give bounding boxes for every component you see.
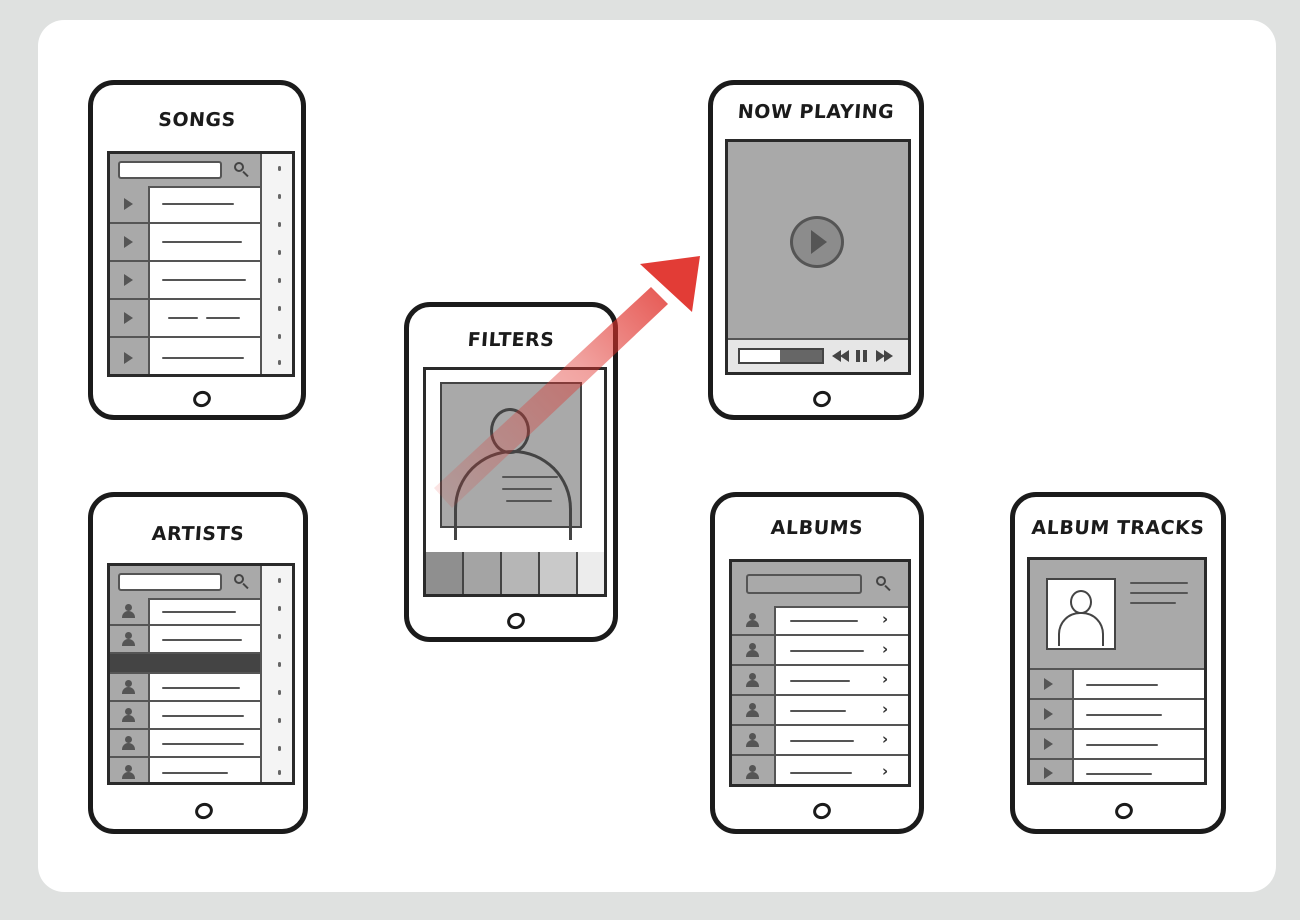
play-icon: [811, 230, 827, 254]
photo-preview[interactable]: [440, 382, 582, 540]
search-input[interactable]: [118, 573, 222, 591]
list-item[interactable]: [1030, 700, 1204, 730]
songs-screen: [107, 151, 295, 377]
list-item[interactable]: ›: [732, 726, 908, 756]
filter-swatch[interactable]: [540, 552, 578, 594]
section-header: [110, 654, 260, 674]
list-item[interactable]: [110, 626, 260, 654]
chevron-right-icon[interactable]: ›: [882, 700, 888, 718]
list-item[interactable]: [1030, 730, 1204, 760]
home-button-icon[interactable]: [810, 800, 834, 822]
filter-strip: [426, 552, 604, 594]
phone-album-tracks: ALBUM TRACKS: [1010, 492, 1226, 834]
progress-bar[interactable]: [738, 348, 824, 364]
filter-swatch[interactable]: [426, 552, 464, 594]
list-item[interactable]: [110, 598, 260, 626]
search-icon[interactable]: [234, 162, 244, 172]
list-item[interactable]: ›: [732, 606, 908, 636]
search-bar: [110, 154, 260, 188]
list-item[interactable]: ›: [732, 636, 908, 666]
play-icon[interactable]: [124, 312, 133, 324]
chevron-right-icon[interactable]: ›: [882, 730, 888, 748]
list-item[interactable]: [110, 300, 260, 338]
search-icon[interactable]: [234, 574, 244, 584]
search-input[interactable]: [746, 574, 862, 594]
list-item[interactable]: [110, 224, 260, 262]
list-item[interactable]: [110, 730, 260, 758]
screen-title-songs: SONGS: [157, 109, 237, 131]
screen-title-filters: FILTERS: [466, 329, 556, 351]
filter-swatch[interactable]: [464, 552, 502, 594]
play-icon[interactable]: [124, 274, 133, 286]
screen-title-artists: ARTISTS: [151, 523, 245, 545]
home-button-icon[interactable]: [504, 610, 528, 632]
alphabet-index[interactable]: [260, 566, 292, 782]
person-icon: [490, 408, 530, 454]
list-item[interactable]: [1030, 760, 1204, 782]
video-area[interactable]: [728, 142, 908, 340]
screen-title-now-playing: NOW PLAYING: [737, 101, 895, 123]
phone-filters: FILTERS: [404, 302, 618, 642]
chevron-right-icon[interactable]: ›: [882, 610, 888, 628]
phone-artists: ARTISTS: [88, 492, 308, 834]
list-item[interactable]: ›: [732, 666, 908, 696]
phone-albums: ALBUMS › › › › › ›: [710, 492, 924, 834]
play-icon[interactable]: [124, 198, 133, 210]
screen-title-album-tracks: ALBUM TRACKS: [1030, 517, 1206, 539]
home-button-icon[interactable]: [810, 388, 834, 410]
list-item[interactable]: ›: [732, 756, 908, 784]
play-icon[interactable]: [124, 236, 133, 248]
play-icon[interactable]: [124, 352, 133, 364]
home-button-icon[interactable]: [1112, 800, 1136, 822]
now-playing-screen: [725, 139, 911, 375]
phone-now-playing: NOW PLAYING: [708, 80, 924, 420]
list-item[interactable]: [110, 338, 260, 374]
alphabet-index[interactable]: [260, 154, 292, 374]
person-icon: [1070, 590, 1092, 614]
play-icon[interactable]: [1044, 767, 1053, 779]
albums-screen: › › › › › ›: [729, 559, 911, 787]
search-input[interactable]: [118, 161, 222, 179]
filters-screen: [423, 367, 607, 597]
list-item[interactable]: [110, 674, 260, 702]
filter-swatch[interactable]: [578, 552, 604, 594]
list-item[interactable]: ›: [732, 696, 908, 726]
search-icon[interactable]: [876, 576, 886, 586]
chevron-right-icon[interactable]: ›: [882, 670, 888, 688]
album-art: [1046, 578, 1116, 650]
player-controls: [728, 340, 908, 372]
pause-icon[interactable]: [856, 350, 868, 362]
home-button-icon[interactable]: [190, 388, 214, 410]
list-item[interactable]: [110, 702, 260, 730]
play-icon[interactable]: [1044, 738, 1053, 750]
filter-swatch[interactable]: [502, 552, 540, 594]
search-bar: [110, 566, 260, 600]
play-icon[interactable]: [1044, 678, 1053, 690]
artists-screen: [107, 563, 295, 785]
album-tracks-screen: [1027, 557, 1207, 785]
phone-songs: SONGS: [88, 80, 306, 420]
chevron-right-icon[interactable]: ›: [882, 762, 888, 780]
list-item[interactable]: [110, 262, 260, 300]
chevron-right-icon[interactable]: ›: [882, 640, 888, 658]
list-item[interactable]: [110, 758, 260, 782]
home-button-icon[interactable]: [192, 800, 216, 822]
list-item[interactable]: [1030, 670, 1204, 700]
search-bar: [732, 562, 908, 608]
list-item[interactable]: [110, 186, 260, 224]
play-button[interactable]: [790, 216, 844, 268]
album-header: [1030, 560, 1204, 670]
screen-title-albums: ALBUMS: [770, 517, 864, 539]
play-icon[interactable]: [1044, 708, 1053, 720]
